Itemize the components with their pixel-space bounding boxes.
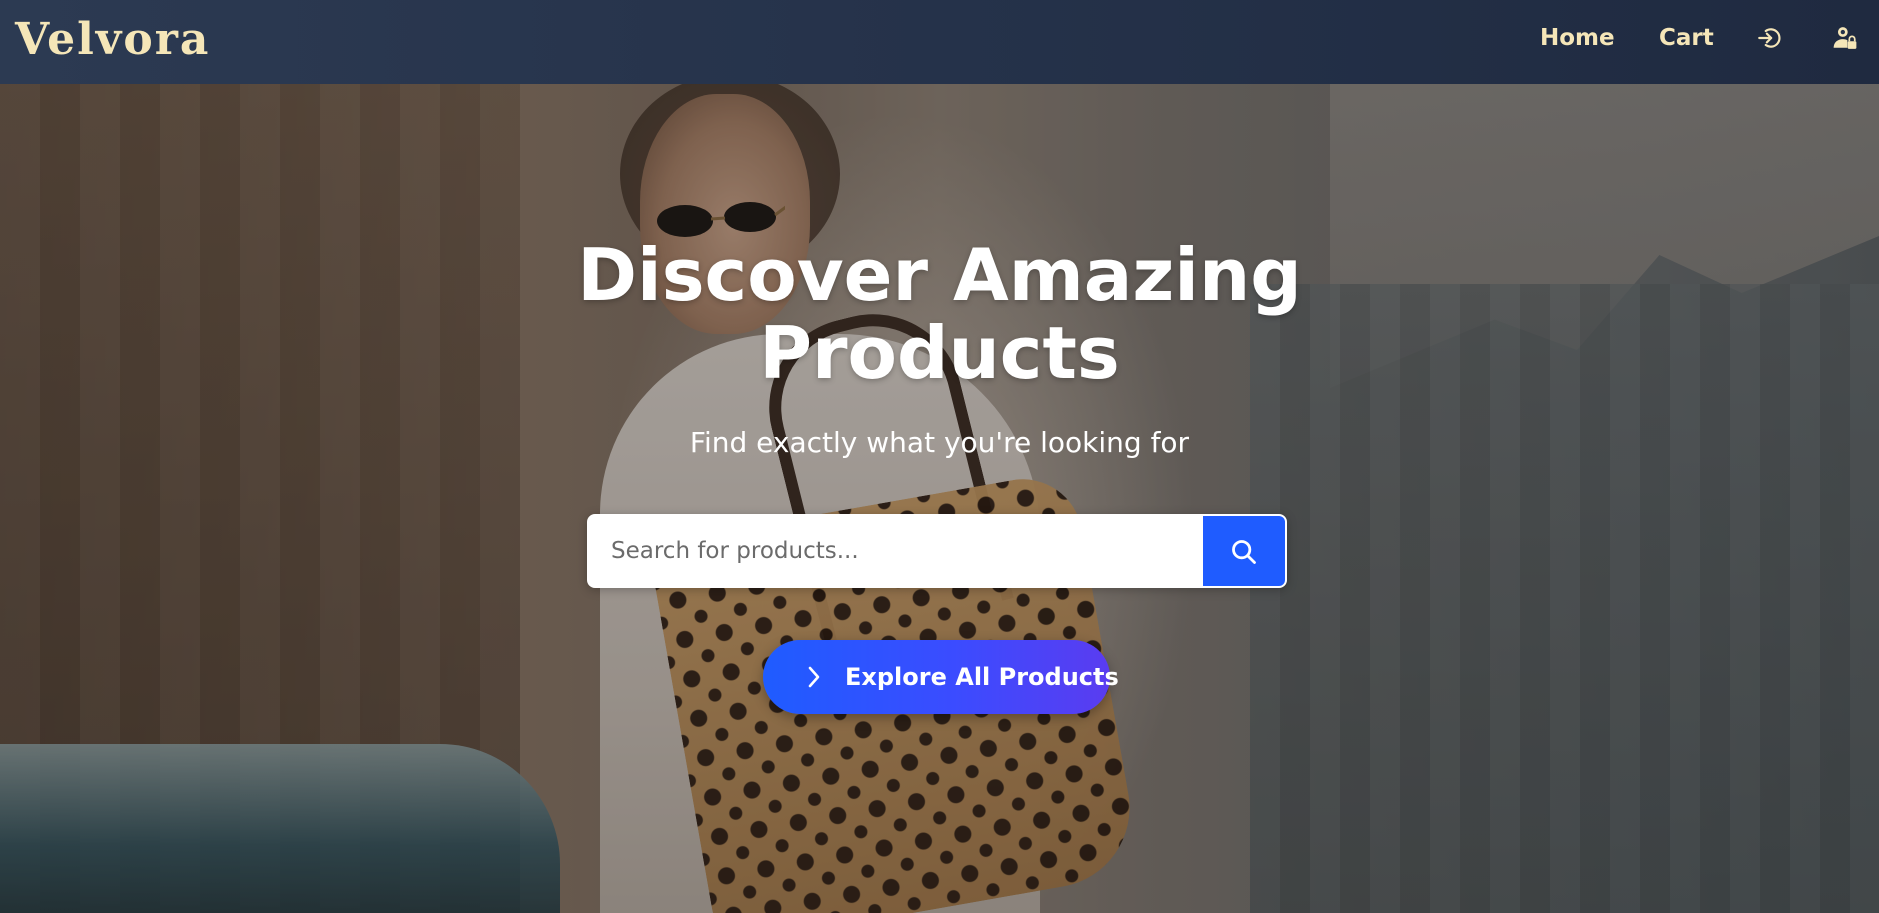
hero-overlay [0,84,1879,913]
navbar: Velvora Home Cart [0,0,1879,84]
login-icon[interactable] [1756,25,1782,51]
hero-subtitle: Find exactly what you're looking for [689,426,1190,459]
hero-title-line2: Products [759,311,1120,395]
search-bar [587,514,1287,588]
user-lock-icon[interactable] [1832,25,1858,51]
hero-title-line1: Discover Amazing [577,233,1302,317]
chevron-right-icon [808,666,820,688]
brand-logo[interactable]: Velvora [15,12,210,68]
search-button[interactable] [1203,516,1285,586]
nav-home-link[interactable]: Home [1540,22,1615,54]
explore-button-label: Explore All Products [845,663,1119,691]
hero-title: Discover Amazing Products [0,236,1879,392]
nav-cart-link[interactable]: Cart [1659,22,1714,54]
explore-all-products-button[interactable]: Explore All Products [763,640,1119,714]
search-input[interactable] [587,514,1205,588]
page: Velvora Home Cart Discover Amazing Produ… [0,0,1879,913]
hero-section [0,84,1879,913]
search-icon [1232,540,1256,564]
